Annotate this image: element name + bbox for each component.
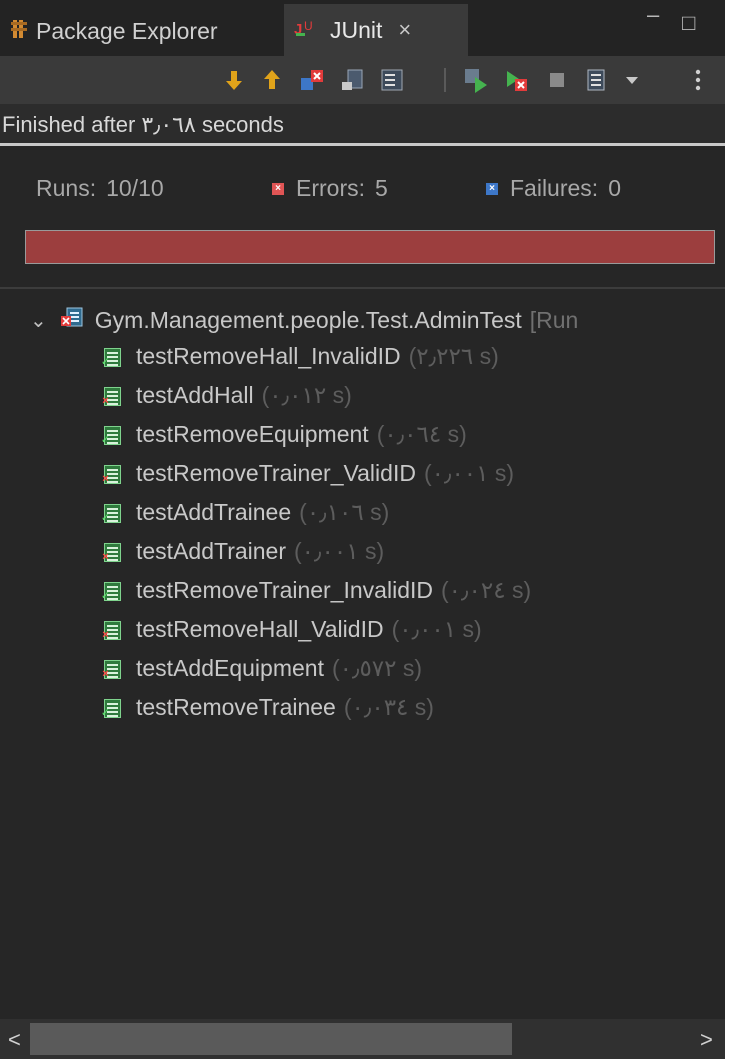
failure-icon: × — [486, 182, 498, 195]
test-passed-icon: ✓ — [100, 502, 122, 524]
tab-package-explorer[interactable]: Package Explorer — [10, 6, 218, 56]
stop-icon[interactable] — [543, 66, 571, 94]
close-icon[interactable]: × — [398, 17, 411, 43]
test-case-row[interactable]: ✓ testRemoveTrainer_InvalidID (٠٫٠٢٤ s) — [100, 571, 531, 610]
maximize-icon[interactable]: □ — [682, 10, 695, 36]
test-passed-icon: ✓ — [100, 346, 122, 368]
svg-text:U: U — [304, 19, 313, 33]
test-case-duration: (٠٫٠١٢ s) — [261, 382, 352, 408]
test-case-duration: (٠٫١٠٦ s) — [299, 499, 390, 525]
test-case-row[interactable]: × testRemoveTrainer_ValidID (٠٫٠٠١ s) — [100, 454, 531, 493]
test-case-row[interactable]: ✓ testRemoveEquipment (٠٫٠٦٤ s) — [100, 415, 531, 454]
dropdown-icon[interactable] — [618, 66, 646, 94]
scroll-right-icon[interactable]: > — [700, 1027, 713, 1053]
status-message: Finished after ٣٫٠٦٨ seconds — [0, 104, 725, 146]
runs-value: 10/10 — [106, 175, 164, 201]
test-case-duration: (٠٫٠٣٤ s) — [343, 694, 434, 720]
test-case-duration: (٢٫٢٢٦ s) — [408, 343, 499, 369]
test-error-icon: × — [100, 385, 122, 407]
test-case-row[interactable]: ✓ testRemoveHall_InvalidID (٢٫٢٢٦ s) — [100, 337, 531, 376]
test-case-row[interactable]: × testAddEquipment (٠٫٥٧٢ s) — [100, 649, 531, 688]
test-case-duration: (٠٫٥٧٢ s) — [331, 655, 423, 681]
test-suite-node[interactable]: ⌄ Gym.Management.people.Test.AdminTest [… — [30, 300, 578, 340]
test-case-row[interactable]: × testRemoveHall_ValidID (٠٫٠٠١ s) — [100, 610, 531, 649]
test-case-row[interactable]: ✓ testRemoveTrainee (٠٫٠٣٤ s) — [100, 688, 531, 727]
scroll-left-icon[interactable]: < — [8, 1027, 21, 1053]
test-case-row[interactable]: × testAddTrainer (٠٫٠٠١ s) — [100, 532, 531, 571]
test-case-name: testRemoveEquipment — [136, 421, 369, 447]
test-suite-label: Gym.Management.people.Test.AdminTest — [94, 306, 522, 333]
test-case-duration: (٠٫٠٢٤ s) — [441, 577, 532, 603]
tab-junit[interactable]: J U JUnit × — [284, 4, 468, 56]
rerun-failed-first-icon[interactable] — [502, 66, 530, 94]
tab-label-package-explorer: Package Explorer — [36, 17, 218, 44]
show-skipped-icon[interactable] — [378, 66, 406, 94]
test-case-name: testAddEquipment — [136, 655, 324, 681]
test-passed-icon: ✓ — [100, 424, 122, 446]
test-case-name: testRemoveTrainer_ValidID — [136, 460, 416, 486]
failures-label: Failures: — [510, 175, 599, 201]
errors-counter: × Errors: 5 — [272, 175, 388, 202]
runs-counter: Runs: 10/10 — [36, 175, 164, 202]
test-suite-error-icon — [60, 306, 83, 334]
test-counters: Runs: 10/10 × Errors: 5 × Failures: 0 — [0, 175, 725, 209]
errors-value: 5 — [375, 175, 388, 201]
minimize-icon[interactable]: – — [647, 2, 659, 28]
history-icon[interactable] — [582, 66, 610, 94]
view-menu-icon[interactable] — [684, 66, 712, 94]
scroll-lock-icon[interactable] — [338, 66, 366, 94]
show-failures-only-icon[interactable] — [298, 66, 326, 94]
errors-label: Errors: — [296, 175, 365, 201]
test-case-name: testAddTrainer — [136, 538, 286, 564]
test-case-name: testAddHall — [136, 382, 254, 408]
test-error-icon: × — [100, 619, 122, 641]
test-passed-icon: ✓ — [100, 580, 122, 602]
test-case-name: testRemoveTrainee — [136, 694, 336, 720]
test-case-duration: (٠٫٠٦٤ s) — [376, 421, 467, 447]
failures-value: 0 — [608, 175, 621, 201]
divider — [0, 287, 725, 289]
test-suite-suffix: [Run — [529, 306, 579, 333]
test-error-icon: × — [100, 463, 122, 485]
junit-view: Package Explorer J U JUnit × – □ Finishe… — [0, 0, 725, 1059]
tab-label-junit: JUnit — [330, 16, 383, 43]
test-case-duration: (٠٫٠٠١ s) — [391, 616, 482, 642]
test-case-row[interactable]: ✓ testAddTrainee (٠٫١٠٦ s) — [100, 493, 531, 532]
test-case-row[interactable]: × testAddHall (٠٫٠١٢ s) — [100, 376, 531, 415]
test-case-name: testRemoveHall_InvalidID — [136, 343, 401, 369]
test-case-name: testAddTrainee — [136, 499, 292, 525]
test-case-duration: (٠٫٠٠١ s) — [294, 538, 385, 564]
error-icon: × — [272, 182, 284, 195]
test-error-icon: × — [100, 541, 122, 563]
view-tab-bar: Package Explorer J U JUnit × – □ — [0, 0, 725, 56]
test-progress-bar — [25, 230, 715, 264]
junit-icon: J U — [294, 16, 322, 44]
failures-counter: × Failures: 0 — [486, 175, 621, 202]
progress-fill — [26, 231, 714, 263]
test-case-duration: (٠٫٠٠١ s) — [423, 460, 515, 486]
rerun-icon[interactable] — [462, 66, 490, 94]
previous-failure-icon[interactable] — [258, 66, 286, 94]
test-case-name: testRemoveHall_ValidID — [136, 616, 384, 642]
package-explorer-icon — [10, 18, 28, 45]
junit-toolbar — [0, 56, 725, 104]
runs-label: Runs: — [36, 175, 97, 201]
test-case-name: testRemoveTrainer_InvalidID — [136, 577, 433, 603]
chevron-down-icon[interactable]: ⌄ — [30, 308, 47, 333]
horizontal-scrollbar[interactable]: < > — [0, 1019, 725, 1059]
test-passed-icon: ✓ — [100, 697, 122, 719]
next-failure-icon[interactable] — [220, 66, 248, 94]
scrollbar-thumb[interactable] — [30, 1023, 512, 1055]
toolbar-separator — [444, 68, 446, 92]
test-error-icon: × — [100, 658, 122, 680]
test-case-list: ✓ testRemoveHall_InvalidID (٢٫٢٢٦ s) × testA… — [100, 337, 531, 727]
